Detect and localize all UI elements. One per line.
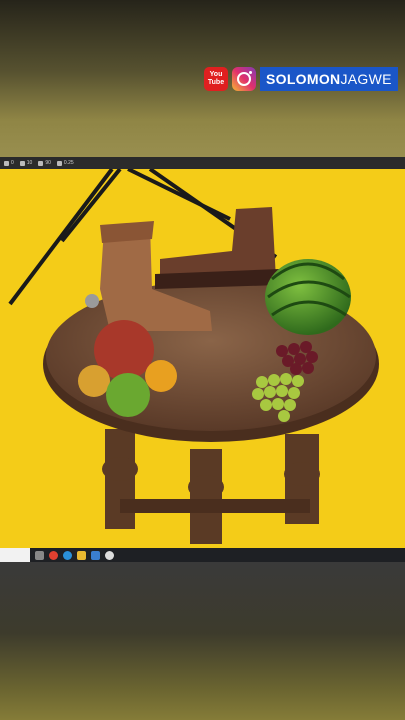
grid-snap-control[interactable]: 10	[19, 160, 32, 166]
social-banner: You Tube SOLOMON JAGWE	[204, 66, 398, 92]
channel-name: SOLOMON JAGWE	[260, 67, 398, 91]
youtube-icon: You Tube	[204, 67, 228, 91]
instagram-icon	[232, 67, 256, 91]
scale-snap-control[interactable]: 0.25	[56, 160, 74, 166]
scene-render	[8, 169, 379, 544]
chrome-icon[interactable]	[49, 550, 58, 560]
grid-icon	[19, 160, 25, 166]
orange	[145, 360, 177, 392]
windows-taskbar	[0, 548, 405, 562]
move-icon	[4, 160, 9, 166]
3d-viewport[interactable]	[0, 169, 405, 548]
scale-icon	[56, 160, 62, 166]
search-box[interactable]	[0, 548, 30, 562]
store-icon[interactable]	[91, 550, 100, 560]
rotation-snap-control[interactable]: 90	[38, 160, 51, 166]
task-view-icon[interactable]	[35, 550, 44, 560]
edge-icon[interactable]	[63, 550, 72, 560]
unreal-icon[interactable]	[105, 550, 114, 560]
editor-toolbar: 0 10 90 0.25	[0, 157, 405, 169]
leather-boot	[155, 207, 280, 289]
green-apple	[106, 373, 150, 417]
watermelon	[265, 259, 351, 335]
yellow-apple	[78, 365, 110, 397]
video-bottom-background	[0, 562, 405, 720]
translate-snap-control[interactable]: 0	[4, 160, 14, 166]
rotate-icon	[38, 160, 44, 166]
table-legs	[102, 429, 320, 544]
file-explorer-icon[interactable]	[77, 550, 86, 560]
